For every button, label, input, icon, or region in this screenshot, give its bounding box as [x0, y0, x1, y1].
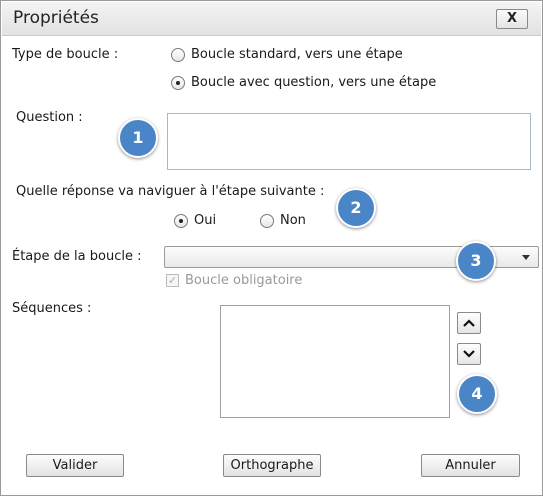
- radio-button-checked[interactable]: [171, 75, 185, 90]
- properties-dialog: Propriétés X Type de boucle : Boucle sta…: [0, 0, 543, 496]
- question-input[interactable]: [167, 113, 531, 170]
- mandatory-loop-checkbox: ✓ Boucle obligatoire: [166, 273, 302, 288]
- radio-label: Non: [280, 213, 306, 228]
- callout-badge-1: 1: [118, 118, 158, 158]
- callout-badge-4: 4: [457, 374, 497, 414]
- close-button[interactable]: X: [496, 9, 528, 29]
- radio-button-checked[interactable]: [174, 213, 188, 228]
- radio-oui[interactable]: Oui: [174, 213, 216, 228]
- radio-non[interactable]: Non: [260, 213, 306, 228]
- chevron-up-icon: [463, 319, 475, 327]
- radio-button[interactable]: [260, 213, 274, 228]
- radio-standard-loop[interactable]: Boucle standard, vers une étape: [171, 47, 403, 62]
- chevron-down-icon: [522, 255, 530, 260]
- answer-label: Quelle réponse va naviguer à l'étape sui…: [16, 184, 325, 199]
- move-up-button[interactable]: [457, 312, 481, 334]
- title-bar: Propriétés X: [2, 2, 541, 36]
- loop-step-label: Étape de la boucle :: [12, 249, 142, 264]
- validate-button[interactable]: Valider: [26, 454, 124, 477]
- spelling-button[interactable]: Orthographe: [223, 454, 321, 477]
- check-icon: ✓: [166, 274, 179, 287]
- sequences-list[interactable]: [220, 305, 450, 418]
- callout-badge-2: 2: [336, 188, 376, 228]
- dialog-title: Propriétés: [13, 8, 99, 28]
- checkbox-label: Boucle obligatoire: [185, 273, 303, 288]
- cancel-button[interactable]: Annuler: [421, 454, 520, 477]
- radio-label: Boucle avec question, vers une étape: [191, 75, 437, 90]
- radio-label: Boucle standard, vers une étape: [191, 47, 403, 62]
- chevron-down-icon: [463, 350, 475, 358]
- radio-button[interactable]: [171, 47, 185, 62]
- radio-label: Oui: [194, 213, 217, 228]
- move-down-button[interactable]: [457, 343, 481, 365]
- sequences-label: Séquences :: [12, 301, 92, 316]
- loop-type-label: Type de boucle :: [12, 47, 119, 62]
- question-label: Question :: [16, 110, 83, 125]
- callout-badge-3: 3: [456, 241, 496, 281]
- radio-question-loop[interactable]: Boucle avec question, vers une étape: [171, 75, 436, 90]
